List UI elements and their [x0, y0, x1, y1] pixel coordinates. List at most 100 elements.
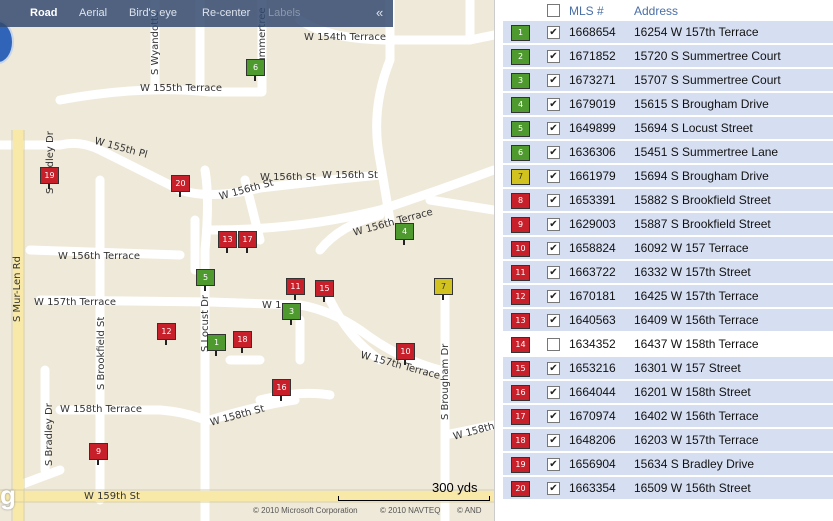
- row-checkbox[interactable]: ✔: [547, 122, 560, 135]
- mls-number[interactable]: 1636306: [569, 145, 616, 159]
- map-pin[interactable]: 7: [434, 278, 453, 300]
- listing-marker-badge[interactable]: 3: [511, 73, 530, 89]
- row-checkbox[interactable]: ✔: [547, 194, 560, 207]
- row-checkbox[interactable]: ✔: [547, 266, 560, 279]
- address[interactable]: 16425 W 157th Terrace: [634, 289, 759, 303]
- row-checkbox[interactable]: ✔: [547, 146, 560, 159]
- listing-marker-badge[interactable]: 17: [511, 409, 530, 425]
- row-checkbox[interactable]: ✔: [547, 50, 560, 63]
- row-checkbox[interactable]: ✔: [547, 26, 560, 39]
- address[interactable]: 15720 S Summertree Court: [634, 49, 781, 63]
- map-pin[interactable]: 17: [238, 231, 257, 253]
- map-pin[interactable]: 3: [282, 303, 301, 325]
- mls-number[interactable]: 1679019: [569, 97, 616, 111]
- mls-number[interactable]: 1663722: [569, 265, 616, 279]
- listing-marker-badge[interactable]: 1: [511, 25, 530, 41]
- listing-marker-badge[interactable]: 9: [511, 217, 530, 233]
- table-row[interactable]: 11 ✔ 1663722 16332 W 157th Street: [503, 261, 833, 283]
- address[interactable]: 15694 S Locust Street: [634, 121, 753, 135]
- address[interactable]: 16409 W 156th Terrace: [634, 313, 759, 327]
- address[interactable]: 16201 W 158th Street: [634, 385, 751, 399]
- row-checkbox[interactable]: ✔: [547, 482, 560, 495]
- row-checkbox[interactable]: ✔: [547, 98, 560, 111]
- table-row[interactable]: 20 ✔ 1663354 16509 W 156th Street: [503, 477, 833, 499]
- address[interactable]: 16437 W 158th Terrace: [634, 337, 759, 351]
- mls-column-header[interactable]: MLS #: [569, 4, 604, 18]
- table-row[interactable]: 17 ✔ 1670974 16402 W 156th Terrace: [503, 405, 833, 427]
- table-row[interactable]: 10 ✔ 1658824 16092 W 157 Terrace: [503, 237, 833, 259]
- address[interactable]: 15707 S Summertree Court: [634, 73, 781, 87]
- recenter-button[interactable]: Re-center: [202, 7, 250, 19]
- address[interactable]: 15882 S Brookfield Street: [634, 193, 771, 207]
- listing-marker-badge[interactable]: 4: [511, 97, 530, 113]
- mls-number[interactable]: 1653216: [569, 361, 616, 375]
- map-pin[interactable]: 20: [171, 175, 190, 197]
- mls-number[interactable]: 1658824: [569, 241, 616, 255]
- address[interactable]: 15615 S Brougham Drive: [634, 97, 769, 111]
- aerial-view-button[interactable]: Aerial: [79, 7, 107, 19]
- mls-number[interactable]: 1661979: [569, 169, 616, 183]
- listing-marker-badge[interactable]: 10: [511, 241, 530, 257]
- table-row[interactable]: 3 ✔ 1673271 15707 S Summertree Court: [503, 69, 833, 91]
- mls-number[interactable]: 1634352: [569, 337, 616, 351]
- mls-number[interactable]: 1640563: [569, 313, 616, 327]
- table-row[interactable]: 4 ✔ 1679019 15615 S Brougham Drive: [503, 93, 833, 115]
- map-pin[interactable]: 9: [89, 443, 108, 465]
- row-checkbox[interactable]: ✔: [547, 314, 560, 327]
- row-checkbox[interactable]: ✔: [547, 410, 560, 423]
- map-pin[interactable]: 10: [396, 343, 415, 365]
- row-checkbox[interactable]: ✔: [547, 290, 560, 303]
- listing-marker-badge[interactable]: 6: [511, 145, 530, 161]
- address[interactable]: 15634 S Bradley Drive: [634, 457, 754, 471]
- mls-number[interactable]: 1649899: [569, 121, 616, 135]
- address[interactable]: 16254 W 157th Terrace: [634, 25, 759, 39]
- map-pin[interactable]: 6: [246, 59, 265, 81]
- address-column-header[interactable]: Address: [634, 4, 678, 18]
- address[interactable]: 16092 W 157 Terrace: [634, 241, 749, 255]
- listing-marker-badge[interactable]: 13: [511, 313, 530, 329]
- map-pin[interactable]: 15: [315, 280, 334, 302]
- row-checkbox[interactable]: [547, 338, 560, 351]
- table-row[interactable]: 5 ✔ 1649899 15694 S Locust Street: [503, 117, 833, 139]
- row-checkbox[interactable]: ✔: [547, 362, 560, 375]
- map-pin[interactable]: 19: [40, 167, 59, 189]
- listing-marker-badge[interactable]: 18: [511, 433, 530, 449]
- listing-marker-badge[interactable]: 5: [511, 121, 530, 137]
- table-row[interactable]: 16 ✔ 1664044 16201 W 158th Street: [503, 381, 833, 403]
- map-pin[interactable]: 18: [233, 331, 252, 353]
- table-row[interactable]: 9 ✔ 1629003 15887 S Brookfield Street: [503, 213, 833, 235]
- address[interactable]: 15451 S Summertree Lane: [634, 145, 778, 159]
- mls-number[interactable]: 1670181: [569, 289, 616, 303]
- listing-marker-badge[interactable]: 2: [511, 49, 530, 65]
- address[interactable]: 16509 W 156th Street: [634, 481, 751, 495]
- table-row[interactable]: 8 ✔ 1653391 15882 S Brookfield Street: [503, 189, 833, 211]
- table-row[interactable]: 14 1634352 16437 W 158th Terrace: [503, 333, 833, 355]
- table-row[interactable]: 12 ✔ 1670181 16425 W 157th Terrace: [503, 285, 833, 307]
- map-pin[interactable]: 1: [207, 334, 226, 356]
- table-row[interactable]: 15 ✔ 1653216 16301 W 157 Street: [503, 357, 833, 379]
- table-row[interactable]: 13 ✔ 1640563 16409 W 156th Terrace: [503, 309, 833, 331]
- address[interactable]: 16301 W 157 Street: [634, 361, 741, 375]
- select-all-checkbox[interactable]: [547, 4, 560, 17]
- row-checkbox[interactable]: ✔: [547, 458, 560, 471]
- address[interactable]: 16402 W 156th Terrace: [634, 409, 759, 423]
- table-row[interactable]: 18 ✔ 1648206 16203 W 157th Terrace: [503, 429, 833, 451]
- mls-number[interactable]: 1653391: [569, 193, 616, 207]
- listing-marker-badge[interactable]: 15: [511, 361, 530, 377]
- address[interactable]: 15887 S Brookfield Street: [634, 217, 771, 231]
- row-checkbox[interactable]: ✔: [547, 242, 560, 255]
- map-pin[interactable]: 12: [157, 323, 176, 345]
- mls-number[interactable]: 1671852: [569, 49, 616, 63]
- birds-eye-view-button[interactable]: Bird's eye: [129, 7, 177, 19]
- table-row[interactable]: 1 ✔ 1668654 16254 W 157th Terrace: [503, 21, 833, 43]
- mls-number[interactable]: 1663354: [569, 481, 616, 495]
- row-checkbox[interactable]: ✔: [547, 386, 560, 399]
- mls-number[interactable]: 1668654: [569, 25, 616, 39]
- address[interactable]: 15694 S Brougham Drive: [634, 169, 769, 183]
- mls-number[interactable]: 1670974: [569, 409, 616, 423]
- listing-marker-badge[interactable]: 16: [511, 385, 530, 401]
- table-row[interactable]: 6 ✔ 1636306 15451 S Summertree Lane: [503, 141, 833, 163]
- listing-marker-badge[interactable]: 7: [511, 169, 530, 185]
- map-pin[interactable]: 11: [286, 278, 305, 300]
- map-pin[interactable]: 5: [196, 269, 215, 291]
